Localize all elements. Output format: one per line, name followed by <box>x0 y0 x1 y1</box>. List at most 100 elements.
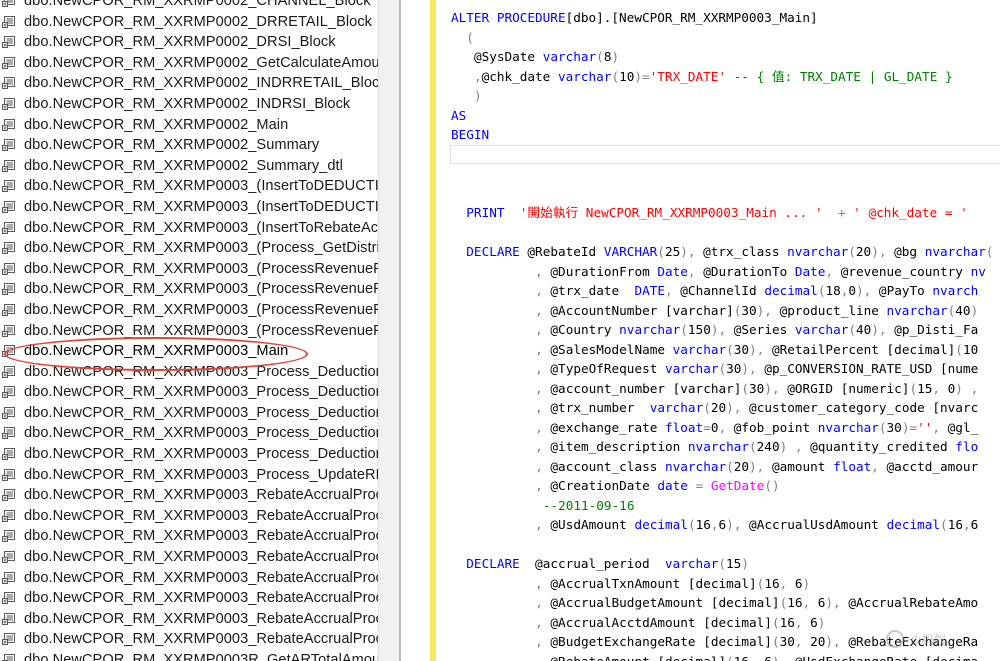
tree-item-label: dbo.NewCPOR_RM_XXRMP0003_(InsertToRebate… <box>24 219 378 236</box>
tree-item[interactable]: dbo.NewCPOR_RM_XXRMP0002_CHANNEL_Block <box>0 0 378 12</box>
tree-item[interactable]: dbo.NewCPOR_RM_XXRMP0003_Process_Deducti… <box>0 382 378 403</box>
tree-item[interactable]: dbo.NewCPOR_RM_XXRMP0002_Main <box>0 115 378 136</box>
tree-item[interactable]: dbo.NewCPOR_RM_XXRMP0003_RebateAccrualPr… <box>0 588 378 609</box>
tree-item[interactable]: dbo.NewCPOR_RM_XXRMP0003_(InsertToDEDUCT… <box>0 176 378 197</box>
tree-item[interactable]: dbo.NewCPOR_RM_XXRMP0003_Process_Deducti… <box>0 362 378 383</box>
code-token: nvarch <box>932 283 979 298</box>
tree-item[interactable]: dbo.NewCPOR_RM_XXRMP0003_(ProcessRevenue… <box>0 279 378 300</box>
tree-item[interactable]: dbo.NewCPOR_RM_XXRMP0003R_GetARTotalAmou… <box>0 650 378 661</box>
code-token: @item_description <box>542 439 688 454</box>
code-line-text: , @exchange_rate float=0, @fob_point nva… <box>535 418 978 438</box>
tree-item[interactable]: dbo.NewCPOR_RM_XXRMP0003_RebateAccrualPr… <box>0 506 378 527</box>
tree-item[interactable]: dbo.NewCPOR_RM_XXRMP0003_RebateAccrualPr… <box>0 485 378 506</box>
tree-item[interactable]: dbo.NewCPOR_RM_XXRMP0003_(ProcessRevenue… <box>0 321 378 342</box>
watermark-text: 小蚂蚁 <box>910 633 947 647</box>
code-token: ), <box>764 380 780 396</box>
code-token: ( <box>878 419 887 435</box>
tree-item[interactable]: dbo.NewCPOR_RM_XXRMP0002_Summary <box>0 135 378 156</box>
code-token: @bg <box>886 244 925 259</box>
tree-item[interactable]: dbo.NewCPOR_RM_XXRMP0003_(InsertToRebate… <box>0 218 378 239</box>
code-line-text: , @DurationFrom Date, @DurationTo Date, … <box>535 262 986 282</box>
code-token: , <box>932 419 941 435</box>
tree-item[interactable]: dbo.NewCPOR_RM_XXRMP0002_INDRRETAIL_Bloc… <box>0 73 378 94</box>
tree-item-label: dbo.NewCPOR_RM_XXRMP0003_Process_Deducti… <box>24 446 378 463</box>
code-token: ), <box>756 302 772 318</box>
tree-item[interactable]: dbo.NewCPOR_RM_XXRMP0002_DRSI_Block <box>0 32 378 53</box>
stored-procedure-icon <box>2 56 15 69</box>
stored-procedure-icon <box>2 551 15 564</box>
code-token: 30 <box>886 419 902 435</box>
tree-item[interactable]: dbo.NewCPOR_RM_XXRMP0003_(ProcessRevenue… <box>0 259 378 280</box>
code-token: @AccrualAcctdAmount [decimal] <box>542 614 772 630</box>
code-token: ( <box>611 68 620 84</box>
tree-item[interactable]: dbo.NewCPOR_RM_XXRMP0003_Process_Deducti… <box>0 423 378 444</box>
code-token: @amount <box>764 458 834 474</box>
code-line-text: , @item_description nvarchar(240) , @qua… <box>535 437 978 457</box>
tree-item-label: dbo.NewCPOR_RM_XXRMP0002_DRRETAIL_Block <box>24 13 373 30</box>
tree-item[interactable]: dbo.NewCPOR_RM_XXRMP0003_RebateAccrualPr… <box>0 547 378 568</box>
code-token: 10 <box>619 68 635 84</box>
code-token: nvarchar <box>687 439 750 454</box>
tree-item[interactable]: dbo.NewCPOR_RM_XXRMP0002_GetCalculateAmo… <box>0 53 378 74</box>
stored-procedure-icon <box>2 345 15 358</box>
code-line-text: ( <box>466 28 474 48</box>
tree-item[interactable]: dbo.NewCPOR_RM_XXRMP0003_(ProcessRevenue… <box>0 300 378 321</box>
stored-procedure-icon <box>2 15 15 28</box>
code-token: 40 <box>955 302 971 318</box>
code-token: ), <box>871 322 887 337</box>
tree-item[interactable]: dbo.NewCPOR_RM_XXRMP0002_DRRETAIL_Block <box>0 12 378 33</box>
code-token: 0 <box>848 283 857 298</box>
tree-item[interactable]: dbo.NewCPOR_RM_XXRMP0003_RebateAccrualPr… <box>0 609 378 630</box>
tree-item[interactable]: dbo.NewCPOR_RM_XXRMP0003_RebateAccrualPr… <box>0 629 378 650</box>
code-token: ( <box>726 458 734 474</box>
code-token: 30 <box>741 302 757 318</box>
tree-item[interactable]: dbo.NewCPOR_RM_XXRMP0003_(InsertToDEDUCT… <box>0 197 378 218</box>
code-token: 30 <box>749 380 765 396</box>
code-line-text: ALTER PROCEDURE[dbo].[NewCPOR_RM_XXRMP00… <box>451 8 818 28</box>
code-token: 16 <box>787 595 803 610</box>
query-editor[interactable]: ALTER PROCEDURE[dbo].[NewCPOR_RM_XXRMP00… <box>401 0 1000 661</box>
tree-item[interactable]: dbo.NewCPOR_RM_XXRMP0003_Process_Deducti… <box>0 444 378 465</box>
code-token: 15 <box>917 380 933 396</box>
tree-item[interactable]: dbo.NewCPOR_RM_XXRMP0002_Summary_dtl <box>0 156 378 177</box>
tree-item-label: dbo.NewCPOR_RM_XXRMP0003_Process_Deducti… <box>24 384 378 401</box>
tree-item[interactable]: dbo.NewCPOR_RM_XXRMP0003_Process_Deducti… <box>0 403 378 424</box>
code-token: 6 <box>810 595 826 610</box>
tree-item[interactable]: dbo.NewCPOR_RM_XXRMP0003_RebateAccrualPr… <box>0 568 378 589</box>
stored-procedure-icon <box>2 633 15 646</box>
code-token: AS <box>451 107 467 123</box>
code-token: 16 <box>947 517 963 532</box>
tree-item[interactable]: dbo.NewCPOR_RM_XXRMP0003_Main <box>0 341 378 362</box>
code-line-text: , @UsdAmount decimal(16,6), @AccrualUsdA… <box>535 515 978 535</box>
tree-item[interactable]: dbo.NewCPOR_RM_XXRMP0003_RebateAccrualPr… <box>0 526 378 547</box>
stored-procedure-icon <box>2 468 15 481</box>
code-token: , <box>535 614 543 630</box>
code-token: , <box>749 653 757 661</box>
code-area[interactable]: ALTER PROCEDURE[dbo].[NewCPOR_RM_XXRMP00… <box>437 0 1000 661</box>
code-token: @AccrualTxnAmount [decimal] <box>542 575 757 591</box>
tree-item-label: dbo.NewCPOR_RM_XXRMP0003_(InsertToDEDUCT… <box>24 198 378 215</box>
tree-item[interactable]: dbo.NewCPOR_RM_XXRMP0002_INDRSI_Block <box>0 94 378 115</box>
tree-item-label: dbo.NewCPOR_RM_XXRMP0002_Main <box>24 116 289 133</box>
code-token: 16 <box>695 517 711 532</box>
tree-item[interactable]: dbo.NewCPOR_RM_XXRMP0003_(Process_GetDis… <box>0 238 378 259</box>
tree-item[interactable]: dbo.NewCPOR_RM_XXRMP0003_Process_UpdateR… <box>0 465 378 486</box>
code-token: @DurationTo <box>695 263 795 279</box>
watermark-icon <box>886 630 904 648</box>
code-token: () <box>764 478 780 493</box>
code-token: , <box>962 517 971 532</box>
code-token: 15 <box>726 556 742 571</box>
tree-item-label: dbo.NewCPOR_RM_XXRMP0003_(ProcessRevenue… <box>24 322 378 339</box>
code-token: ) , <box>955 380 979 396</box>
code-token: ( <box>680 322 688 337</box>
code-token: 6 <box>802 614 818 630</box>
code-line-text: , @Country nvarchar(150), @Series varcha… <box>535 320 978 340</box>
panel-splitter[interactable] <box>378 0 400 661</box>
code-token: nvarchar <box>619 322 681 337</box>
code-token: @trx_class <box>695 244 788 259</box>
object-explorer[interactable]: dbo.NewCPOR_RM_XXRMP0002_CHANNEL_Block db… <box>0 0 378 661</box>
code-token: ) <box>970 302 979 318</box>
code-line-text: BEGIN <box>451 125 489 145</box>
code-token: , <box>710 517 719 532</box>
